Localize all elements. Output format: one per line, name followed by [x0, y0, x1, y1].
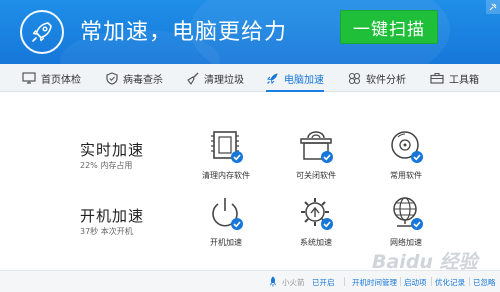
broom-icon — [187, 72, 199, 85]
rocket-icon — [20, 10, 64, 54]
tool-label: 清理内存软件 — [202, 171, 250, 180]
rocket-label: 小火箭 — [282, 278, 305, 287]
tool-label: 可关闭软件 — [296, 171, 336, 180]
boot-title: 开机加速 — [80, 207, 145, 225]
tab-software-analysis[interactable]: 软件分析 — [348, 64, 406, 92]
rocket-icon — [267, 73, 278, 84]
divider — [344, 277, 345, 286]
tab-label: 病毒查杀 — [123, 74, 163, 86]
boot-speedup-tool[interactable]: 开机加速 — [186, 193, 266, 253]
main-tab-bar: 首页体检 病毒查杀 清理垃圾 电脑加速 软件分析 工具箱 — [0, 64, 500, 92]
tab-label: 首页体检 — [41, 74, 81, 86]
shield-icon — [106, 71, 118, 85]
header-banner: 常加速，电脑更给力 一键扫描 — [0, 0, 500, 64]
clean-memory-tool[interactable]: 清理内存软件 — [186, 126, 266, 186]
startup-items-link[interactable]: 启动项 — [404, 277, 427, 288]
tool-label: 开机加速 — [210, 238, 242, 247]
memory-usage-text: 22% 内存占用 — [80, 161, 133, 170]
disc-icon — [391, 131, 423, 163]
optimize-history-link[interactable]: 优化记录 — [435, 277, 465, 288]
gear-up-icon — [301, 198, 333, 230]
divider — [400, 277, 401, 286]
tab-toolbox[interactable]: 工具箱 — [430, 64, 479, 92]
one-click-scan-button[interactable]: 一键扫描 — [340, 10, 438, 44]
tab-virus-scan[interactable]: 病毒查杀 — [106, 64, 163, 92]
toolbox-icon — [430, 72, 444, 84]
small-rocket-icon — [270, 276, 276, 287]
tab-clean-junk[interactable]: 清理垃圾 — [186, 64, 244, 92]
tab-label: 电脑加速 — [284, 74, 324, 86]
header-slogan: 常加速，电脑更给力 — [80, 20, 288, 45]
active-tab-indicator — [266, 90, 324, 92]
monitor-icon — [22, 72, 36, 84]
system-speedup-tool[interactable]: 系统加速 — [276, 193, 356, 253]
power-icon — [212, 198, 243, 230]
common-software-tool[interactable]: 常用软件 — [366, 126, 446, 186]
divider — [431, 277, 432, 286]
tool-label: 系统加速 — [300, 238, 332, 247]
divider — [469, 277, 470, 286]
tab-pc-speedup[interactable]: 电脑加速 — [266, 64, 324, 92]
tab-home-checkup[interactable]: 首页体检 — [22, 64, 81, 92]
baidu-watermark: Baidu 经验 — [372, 251, 478, 273]
tab-label: 清理垃圾 — [204, 74, 244, 86]
closable-software-tool[interactable]: 可关闭软件 — [276, 126, 356, 186]
software-box-icon — [300, 131, 333, 163]
network-speedup-tool[interactable]: 网络加速 — [366, 193, 446, 253]
pin-icon[interactable] — [486, 0, 500, 14]
tab-label: 软件分析 — [366, 74, 406, 86]
speedup-panel: 实时加速 22% 内存占用 清理内存软件 可关闭软件 常用软件 开机加速 37秒… — [0, 93, 500, 270]
ignored-link[interactable]: 已忽略 — [473, 277, 496, 288]
memory-chip-icon — [211, 131, 243, 163]
tab-label: 工具箱 — [449, 74, 479, 86]
globe-icon — [393, 197, 423, 230]
apps-icon — [348, 72, 361, 84]
rocket-status-link[interactable]: 已开启 — [312, 277, 335, 288]
realtime-title: 实时加速 — [80, 141, 145, 159]
boot-time-text: 37秒 本次开机 — [80, 227, 133, 236]
boot-time-manage-link[interactable]: 开机时间管理 — [352, 277, 397, 288]
tool-label: 常用软件 — [390, 171, 422, 180]
